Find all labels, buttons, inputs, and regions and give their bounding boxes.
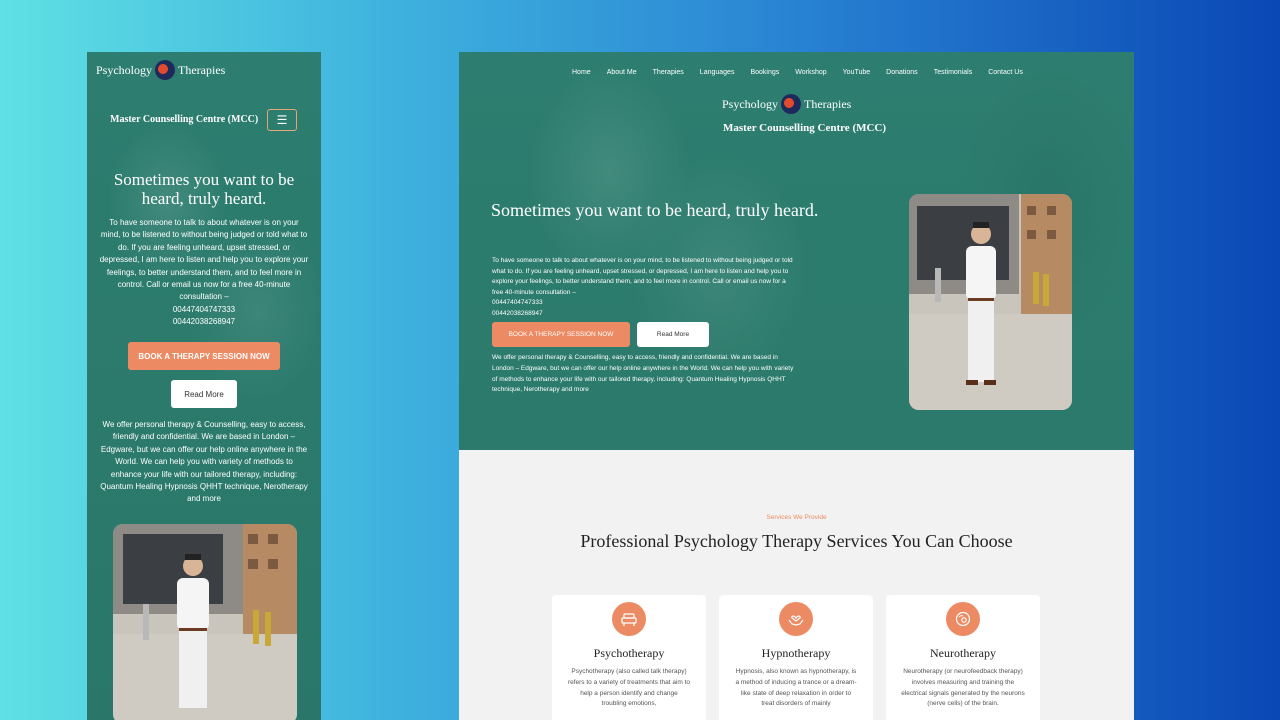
desktop-preview: Home About Me Therapies Languages Bookin… [459,52,1134,720]
mobile-preview: Psychology Therapies Master Counselling … [87,52,321,720]
site-logo[interactable]: Psychology Therapies [722,94,851,114]
nav-item-youtube[interactable]: YouTube [835,69,879,76]
hands-heart-icon [779,602,813,636]
nav-item-about-me[interactable]: About Me [599,69,645,76]
offer-text: We offer personal therapy & Counselling,… [492,354,794,394]
logo-text-right: Therapies [178,62,226,77]
card-text: Hypnosis, also known as hypnotherapy, is… [735,668,857,708]
logo-text-left: Psychology [722,96,779,111]
logo-head-icon [781,94,802,114]
service-card-psychotherapy[interactable]: Psychotherapy Psychotherapy (also called… [552,595,706,720]
service-card-hypnotherapy[interactable]: Hypnotherapy Hypnosis, also known as hyp… [719,595,873,720]
hero-title: Sometimes you want to be heard, truly he… [113,170,295,208]
services-title: Professional Psychology Therapy Services… [459,531,1134,551]
hamburger-menu-button[interactable]: ☰ [267,109,297,131]
logo-text-left: Psychology [96,62,153,77]
nav-item-languages[interactable]: Languages [692,69,743,76]
phone-link[interactable]: 00442038268947 [99,316,309,328]
card-title: Psychotherapy [593,646,665,660]
services-cards: Psychotherapy Psychotherapy (also called… [552,595,1040,720]
therapist-photo [909,194,1072,410]
hero-title: Sometimes you want to be heard, truly he… [491,200,819,220]
main-navigation: Home About Me Therapies Languages Bookin… [564,69,1031,76]
brand-name: Master Counselling Centre (MCC) [110,114,259,125]
hero-text: To have someone to talk to about whateve… [492,256,797,320]
phone-link[interactable]: 00447404747333 [99,304,309,316]
menu-icon: ☰ [276,113,288,127]
card-text: Psychotherapy (also called talk therapy)… [567,668,691,708]
nav-item-donations[interactable]: Donations [878,69,926,76]
brand-name: Master Counselling Centre (MCC) [723,122,887,134]
site-logo[interactable]: Psychology Therapies [96,60,225,80]
read-more-button[interactable]: Read More [637,322,709,347]
service-card-neurotherapy[interactable]: Neurotherapy Neurotherapy (or neurofeedb… [886,595,1040,720]
nav-item-home[interactable]: Home [564,69,599,76]
book-session-button[interactable]: BOOK A THERAPY SESSION NOW [128,342,280,370]
nav-item-testimonials[interactable]: Testimonials [926,69,981,76]
card-title: Neurotherapy [930,646,996,660]
card-text: Neurotherapy (or neurofeedback therapy) … [901,668,1025,708]
hero-paragraph: To have someone to talk to about whateve… [492,257,793,296]
logo-text-right: Therapies [804,96,852,111]
therapy-couch-icon [612,602,646,636]
hero-paragraph: To have someone to talk to about whateve… [99,218,309,302]
brain-gear-icon [946,602,980,636]
therapist-photo [113,524,297,720]
services-tag: Services We Provide [766,514,827,521]
phone-link[interactable]: 00442038268947 [492,309,797,320]
offer-text: We offer personal therapy & Counselling,… [100,420,308,504]
logo-head-icon [155,60,176,80]
nav-item-workshop[interactable]: Workshop [787,69,834,76]
nav-item-therapies[interactable]: Therapies [645,69,692,76]
book-session-button[interactable]: BOOK A THERAPY SESSION NOW [492,322,630,347]
hero-section: Home About Me Therapies Languages Bookin… [459,52,1134,450]
nav-item-contact-us[interactable]: Contact Us [980,69,1031,76]
services-title-text: Professional Psychology Therapy Services… [580,531,1013,551]
card-title: Hypnotherapy [761,646,831,660]
read-more-button[interactable]: Read More [171,380,237,408]
phone-link[interactable]: 00447404747333 [492,298,797,309]
hero-text: To have someone to talk to about whateve… [99,217,309,329]
nav-item-bookings[interactable]: Bookings [742,69,787,76]
